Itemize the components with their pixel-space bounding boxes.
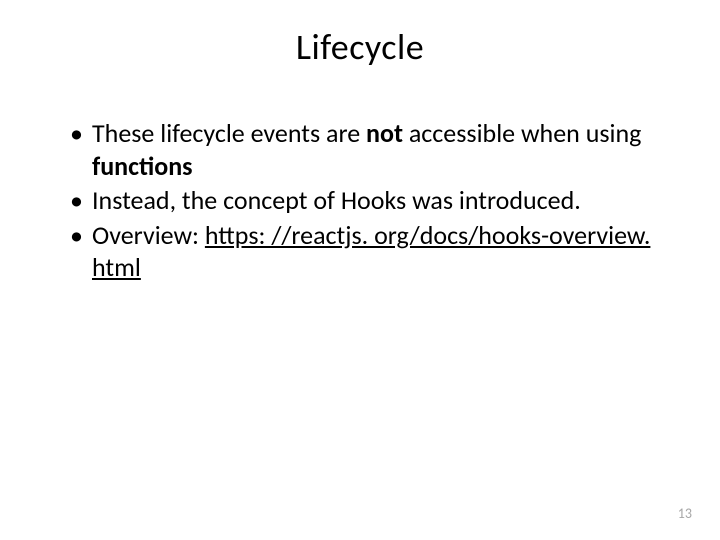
bullet-text-prefix: Overview: [92, 219, 205, 251]
slide-title: Lifecycle [40, 25, 680, 69]
slide-container: Lifecycle These lifecycle events are not… [0, 0, 720, 540]
bullet-list: These lifecycle events are not accessibl… [70, 117, 680, 284]
slide-content: These lifecycle events are not accessibl… [40, 117, 680, 284]
bullet-item: Instead, the concept of Hooks was introd… [70, 184, 680, 217]
bullet-text-prefix: These lifecycle events are [92, 117, 366, 149]
bullet-text-bold: functions [92, 150, 193, 182]
bullet-text-bold: not [366, 117, 403, 149]
bullet-item: These lifecycle events are not accessibl… [70, 117, 680, 182]
bullet-item: Overview: https: //reactjs. org/docs/hoo… [70, 219, 680, 284]
bullet-text: Instead, the concept of Hooks was introd… [92, 184, 581, 216]
page-number: 13 [678, 505, 692, 522]
bullet-text-mid: accessible when using [403, 117, 641, 149]
